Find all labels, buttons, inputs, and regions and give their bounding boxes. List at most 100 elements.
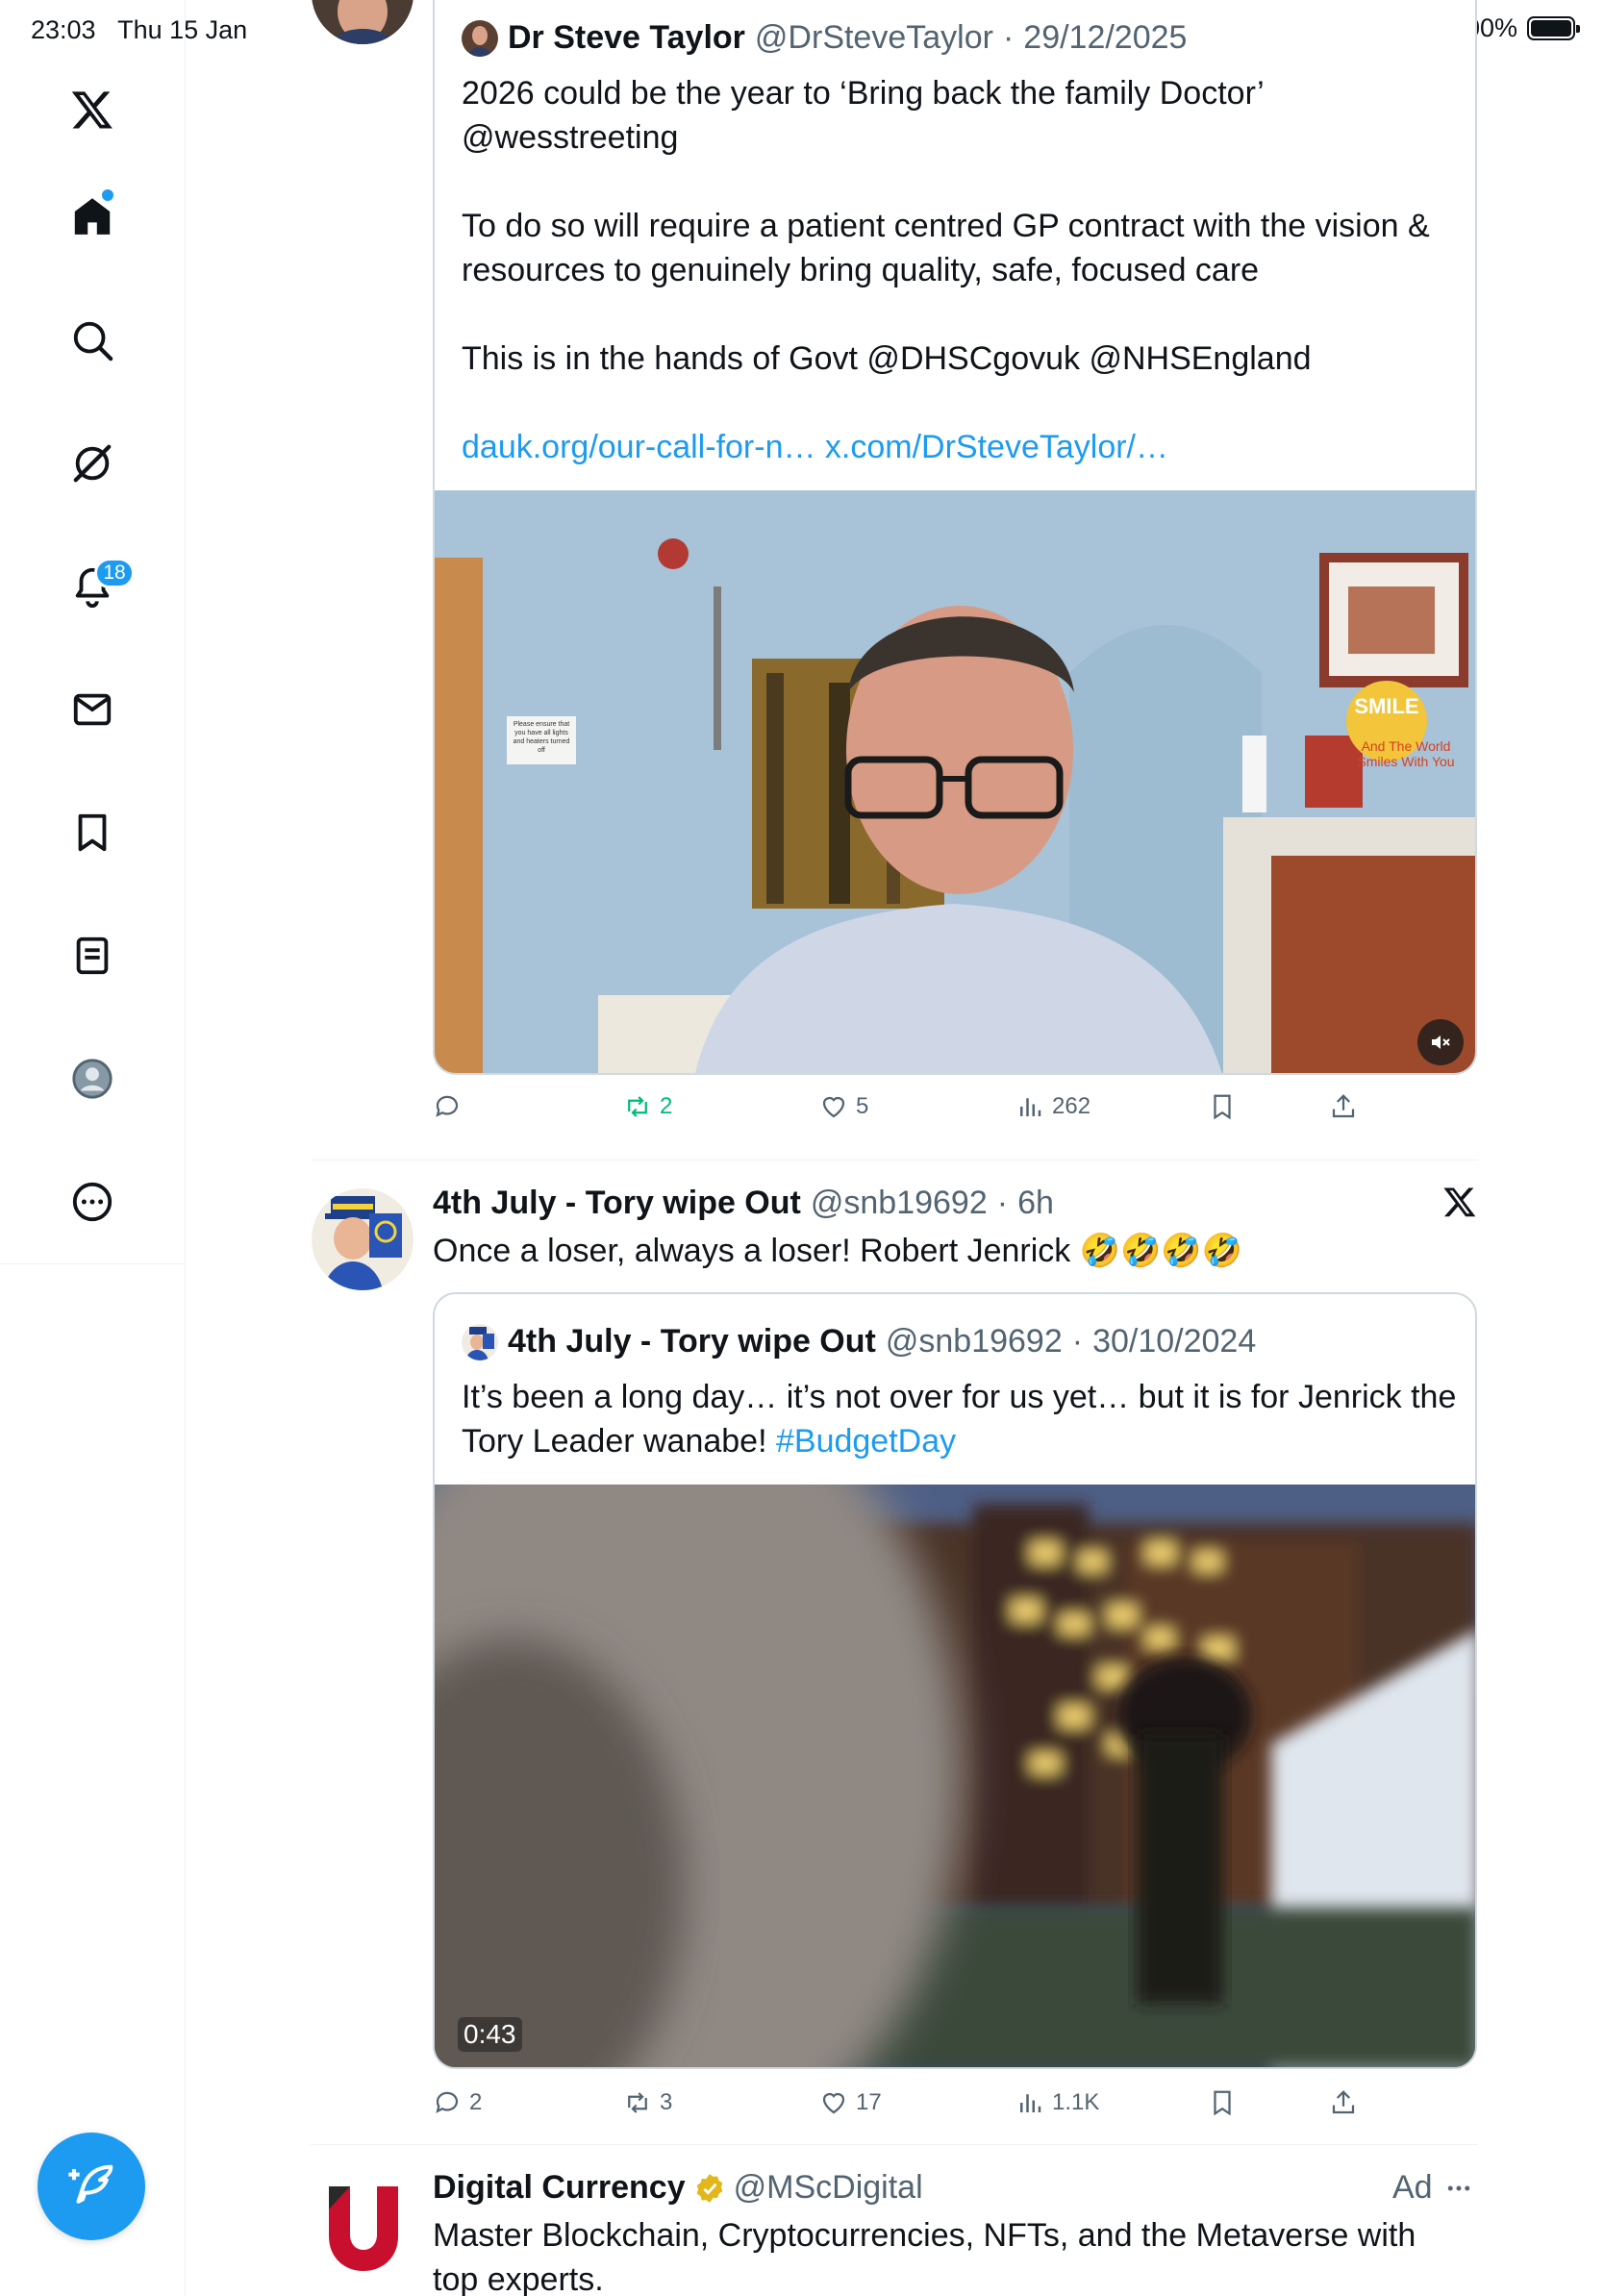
tweet-separator	[311, 2144, 1478, 2145]
repost-icon	[628, 1096, 647, 1117]
smile-sign-text: SMILE	[1354, 694, 1419, 718]
x-logo-icon[interactable]	[1442, 1185, 1477, 1219]
tweet-header: Digital Currency @MScDigital	[433, 2169, 923, 2207]
dot-separator: ·	[996, 1185, 1009, 1221]
share-icon	[1332, 1094, 1355, 1118]
views-button[interactable]: 262	[1015, 1092, 1090, 1121]
author-name[interactable]: 4th July - Tory wipe Out	[433, 1185, 801, 1222]
sidebar-divider	[0, 1263, 186, 1264]
search-icon[interactable]	[62, 310, 123, 371]
lists-icon[interactable]	[62, 925, 123, 986]
repost-icon	[628, 2092, 647, 2113]
video-thumbnail[interactable]: 0:43	[435, 1485, 1475, 2067]
dot-separator: ·	[1002, 19, 1015, 56]
avatar	[462, 19, 498, 57]
more-icon[interactable]	[62, 1171, 123, 1233]
tweet-text-line: This is in the hands of Govt @DHSCgovuk …	[462, 340, 1312, 377]
bookmark-icon	[1214, 2090, 1231, 2116]
tweet-text-line: To do so will require a patient centred …	[462, 208, 1430, 244]
video-duration: 0:43	[458, 2017, 522, 2052]
profile-icon[interactable]	[62, 1048, 123, 1110]
video-thumbnail[interactable]: Please ensure that you have all lights a…	[435, 490, 1475, 1073]
sidebar: 18	[0, 0, 186, 2296]
quoted-tweet-body: 2026 could be the year to ‘Bring back th…	[462, 71, 1462, 469]
reply-button[interactable]: 2	[433, 2088, 482, 2117]
x-logo-icon[interactable]	[62, 79, 123, 140]
tweet-actions: 2 3 17 1.1K	[433, 2088, 1394, 2127]
reply-button[interactable]	[433, 1092, 469, 1121]
tweet-date: 30/10/2024	[1092, 1323, 1257, 1360]
quoted-tweet-body: It’s been a long day… it’s not over for …	[462, 1375, 1462, 1463]
views-count: 262	[1052, 1093, 1091, 1119]
bookmark-icon	[1214, 1094, 1231, 1120]
battery-icon	[1527, 16, 1580, 40]
repost-count: 3	[660, 2089, 673, 2115]
home-icon[interactable]	[62, 187, 123, 248]
smile-sign-subtitle: And The World Smiles With You	[1339, 738, 1473, 769]
views-icon	[1020, 1098, 1041, 1116]
smile-sign-subtitle-line: And The World	[1361, 738, 1451, 754]
author-handle: @snb19692	[885, 1323, 1063, 1360]
ad-label-group: Ad	[1392, 2169, 1473, 2207]
share-button[interactable]	[1329, 1092, 1358, 1121]
tweet-text-line: 2026 could be the year to ‘Bring back th…	[462, 75, 1265, 112]
quoted-tweet-header: 4th July - Tory wipe Out @snb19692 · 30/…	[462, 1323, 1256, 1360]
bookmarks-icon[interactable]	[62, 802, 123, 863]
notifications-badge: 18	[94, 558, 135, 588]
tweet-text-line: It’s been a long day… it’s not over for …	[462, 1379, 1457, 1415]
quoted-tweet-header: Dr Steve Taylor @DrSteveTaylor · 29/12/2…	[462, 19, 1187, 57]
tweet-header: 4th July - Tory wipe Out @snb19692 · 6h	[433, 1185, 1054, 1222]
tweet-links[interactable]: dauk.org/our-call-for-n… x.com/DrSteveTa…	[462, 425, 1462, 469]
hashtag-link[interactable]: #BudgetDay	[776, 1423, 956, 1460]
views-button[interactable]: 1.1K	[1015, 2088, 1099, 2117]
tweet-text-line: Master Blockchain, Cryptocurrencies, NFT…	[433, 2217, 1416, 2254]
dot-separator: ·	[1071, 1323, 1084, 1360]
tweet-text: Master Blockchain, Cryptocurrencies, NFT…	[433, 2213, 1471, 2296]
reply-icon	[436, 1095, 459, 1117]
like-button[interactable]: 17	[819, 2088, 882, 2117]
heart-icon	[822, 2092, 845, 2114]
quoted-tweet-card[interactable]: 4th July - Tory wipe Out @snb19692 · 30/…	[433, 1292, 1477, 2069]
author-handle: @MScDigital	[733, 2169, 923, 2206]
repost-count: 2	[660, 1093, 673, 1119]
views-icon	[1020, 2094, 1041, 2112]
like-button[interactable]: 5	[819, 1092, 868, 1121]
repost-button[interactable]: 2	[623, 1092, 672, 1121]
like-count: 5	[856, 1093, 869, 1119]
like-count: 17	[856, 2089, 882, 2115]
messages-icon[interactable]	[62, 679, 123, 740]
bookmark-button[interactable]	[1208, 2088, 1237, 2117]
compose-button[interactable]	[38, 2133, 145, 2240]
quoted-tweet-card[interactable]: Dr Steve Taylor @DrSteveTaylor · 29/12/2…	[433, 0, 1477, 1075]
repost-button[interactable]: 3	[623, 2088, 672, 2117]
tweet-text-line: top experts.	[433, 2261, 604, 2296]
ad-label: Ad	[1392, 2169, 1433, 2206]
share-button[interactable]	[1329, 2088, 1358, 2117]
author-name: 4th July - Tory wipe Out	[508, 1323, 876, 1360]
avatar[interactable]	[312, 1188, 414, 1290]
tweet-date: 29/12/2025	[1023, 19, 1188, 56]
author-handle: @DrSteveTaylor	[754, 19, 993, 56]
compose-feather-icon	[68, 2164, 113, 2204]
heart-icon	[822, 1096, 845, 1118]
reply-count: 2	[469, 2089, 483, 2115]
bookmark-button[interactable]	[1208, 1092, 1237, 1121]
reply-icon	[436, 2091, 459, 2113]
grok-icon[interactable]	[62, 433, 123, 494]
author-name[interactable]: Digital Currency	[433, 2169, 686, 2207]
views-count: 1.1K	[1052, 2089, 1100, 2115]
home-unread-dot	[102, 189, 113, 201]
poster-text: Please ensure that you have all lights a…	[513, 721, 570, 754]
avatar[interactable]	[312, 2177, 414, 2279]
tweet-text-line: Tory Leader wanabe! #BudgetDay	[462, 1419, 1462, 1463]
tweet-actions: 2 5 262	[433, 1092, 1394, 1131]
author-name: Dr Steve Taylor	[508, 19, 745, 56]
tweet-time: 6h	[1017, 1185, 1054, 1221]
tweet-text-line: resources to genuinely bring quality, sa…	[462, 252, 1260, 288]
tweet-text-line: @wesstreeting	[462, 119, 679, 156]
mute-icon[interactable]	[1429, 1031, 1452, 1054]
more-options-icon[interactable]	[1444, 2174, 1473, 2203]
verified-badge-icon	[696, 2173, 722, 2203]
smile-sign-subtitle-line: Smiles With You	[1357, 754, 1455, 769]
share-icon	[1332, 2090, 1355, 2114]
